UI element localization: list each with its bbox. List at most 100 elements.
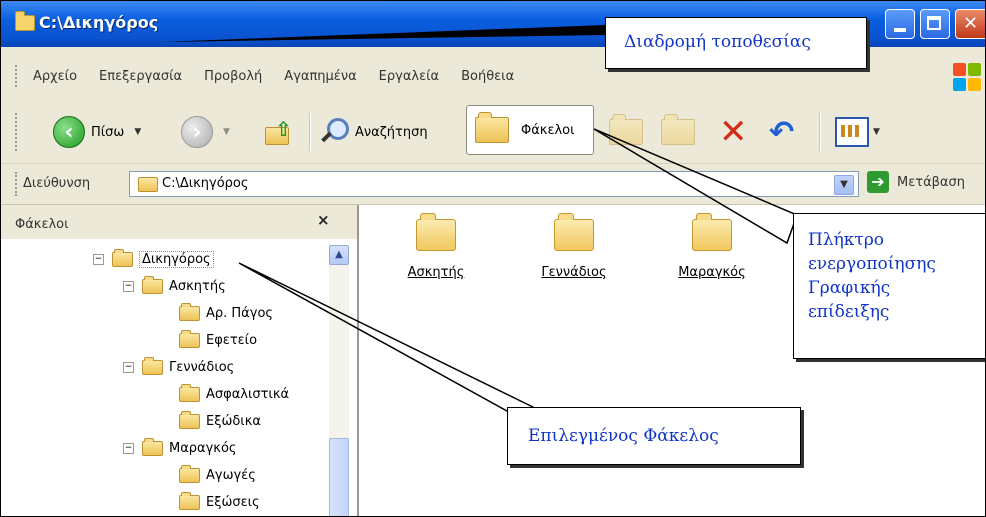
menu-edit[interactable]: Επεξεργασία <box>99 69 182 84</box>
folders-label: Φάκελοι <box>521 122 575 138</box>
menu-tools[interactable]: Εργαλεία <box>379 69 439 84</box>
menu-file[interactable]: Αρχείο <box>33 69 77 84</box>
folder-icon <box>142 437 163 456</box>
go-label: Μετάβαση <box>897 174 965 190</box>
move-to-button[interactable] <box>609 109 643 155</box>
chevron-down-icon[interactable]: ▼ <box>134 127 141 137</box>
collapse-icon[interactable]: − <box>123 361 134 373</box>
callout-folders-line: Γραφικής <box>808 278 891 298</box>
tree-node-label: Εξώδικα <box>206 413 261 429</box>
close-icon[interactable]: × <box>317 211 330 229</box>
tree-node-label: Εφετείο <box>206 332 258 348</box>
collapse-icon[interactable]: − <box>123 442 134 454</box>
minimize-button[interactable] <box>885 9 915 39</box>
move-to-icon <box>609 114 643 145</box>
search-icon <box>321 118 349 146</box>
folder-tree: − Δικηγόρος − Ασκητής Αρ. Πάγος Εφετείο … <box>1 239 327 516</box>
folders-button[interactable]: Φάκελοι <box>466 105 594 155</box>
menu-help[interactable]: Βοήθεια <box>461 69 514 84</box>
folder-icon <box>692 213 732 251</box>
folders-pane-title: Φάκελοι <box>15 217 69 232</box>
back-button[interactable]: ‹ Πίσω ▼ <box>53 109 141 155</box>
chevron-down-icon[interactable]: ▼ <box>873 127 880 137</box>
forward-arrow-icon: › <box>181 116 213 148</box>
tree-node-label: Δικηγόρος <box>139 250 214 268</box>
chevron-down-icon[interactable]: ▼ <box>223 127 230 137</box>
tree-node-label: Μαραγκός <box>169 440 237 456</box>
address-label: Διεύθυνση <box>23 176 91 191</box>
folder-icon <box>179 302 200 321</box>
collapse-icon[interactable]: − <box>123 280 134 292</box>
delete-icon: ✕ <box>719 112 748 152</box>
tree-node-efeteio[interactable]: Εφετείο <box>179 328 257 352</box>
tree-node-ar-pagos[interactable]: Αρ. Πάγος <box>179 301 273 325</box>
tree-node-label: Αγωγές <box>206 467 256 483</box>
folder-icon <box>416 213 456 251</box>
close-button[interactable] <box>955 9 985 39</box>
tree-node-label: Ασφαλιστικά <box>206 386 290 402</box>
toolbar-separator <box>819 113 821 151</box>
folder-item-label: Ασκητής <box>407 265 465 280</box>
views-icon <box>835 117 869 147</box>
menu-view[interactable]: Προβολή <box>204 69 262 84</box>
toolbar-grip[interactable] <box>15 172 20 196</box>
search-button[interactable]: Αναζήτηση <box>321 109 428 155</box>
up-folder-icon: ⇧ <box>263 117 293 147</box>
tree-node-label: Εξώσεις <box>206 494 260 510</box>
tree-node-exodika[interactable]: Εξώδικα <box>179 409 261 433</box>
chevron-down-icon[interactable]: ▼ <box>834 175 854 195</box>
views-button[interactable]: ▼ <box>835 109 880 155</box>
callout-folders-line: ενεργοποίησης <box>808 254 936 274</box>
folder-item-label: Μαραγκός <box>678 265 746 280</box>
tree-scrollbar[interactable]: ▲ <box>329 245 349 516</box>
folder-icon <box>179 383 200 402</box>
tree-node-exoseis[interactable]: Εξώσεις <box>179 490 260 514</box>
tree-node-label: Γεννάδιος <box>169 359 235 375</box>
folder-icon <box>554 213 594 251</box>
address-bar: Διεύθυνση C:\Δικηγόρος ▼ ➔ Μετάβαση <box>1 164 985 205</box>
delete-button[interactable]: ✕ <box>719 109 748 155</box>
folders-pane-header: Φάκελοι × <box>1 205 357 239</box>
tree-node-askitis[interactable]: − Ασκητής <box>123 274 226 298</box>
folder-icon <box>142 356 163 375</box>
window-title: C:\Δικηγόρος <box>39 13 159 32</box>
undo-button[interactable]: ↶ <box>769 109 794 155</box>
folder-item[interactable]: Ασκητής <box>381 205 491 280</box>
callout-location-path: Διαδρομή τοποθεσίας <box>605 17 867 69</box>
folder-item[interactable]: Μαραγκός <box>657 205 767 280</box>
callout-folders-line: επίδειξης <box>808 302 890 322</box>
tree-node-label: Αρ. Πάγος <box>206 305 274 321</box>
go-arrow-icon: ➔ <box>867 171 889 193</box>
go-button[interactable]: ➔ Μετάβαση <box>867 171 965 193</box>
folders-pane: Φάκελοι × − Δικηγόρος − Ασκητής Αρ. Πάγο… <box>1 205 359 516</box>
tree-node-asfalistika[interactable]: Ασφαλιστικά <box>179 382 289 406</box>
toolbar-grip[interactable] <box>15 65 20 87</box>
forward-button[interactable]: › ▼ <box>181 109 230 155</box>
back-label: Πίσω <box>91 124 125 140</box>
collapse-icon[interactable]: − <box>93 253 104 265</box>
address-input[interactable]: C:\Δικηγόρος ▼ <box>129 171 859 197</box>
callout-folders-button: Πλήκτρο ενεργοποίησης Γραφικής επίδειξης <box>793 213 985 359</box>
scroll-up-icon[interactable]: ▲ <box>329 245 349 265</box>
callout-selected-folder: Επιλεγμένος Φάκελος <box>507 407 801 465</box>
explorer-window: C:\Δικηγόρος Αρχείο Επεξεργασία Προβολή … <box>0 0 986 517</box>
up-folder-button[interactable]: ⇧ <box>263 109 293 155</box>
folder-icon <box>142 275 163 294</box>
toolbar-grip[interactable] <box>15 113 20 151</box>
back-arrow-icon: ‹ <box>53 116 85 148</box>
folder-icon <box>112 248 133 267</box>
copy-to-button[interactable] <box>661 109 695 155</box>
menu-favorites[interactable]: Αγαπημένα <box>284 69 356 84</box>
folder-icon <box>179 329 200 348</box>
search-label: Αναζήτηση <box>355 124 428 140</box>
tree-node-gennadios[interactable]: − Γεννάδιος <box>123 355 234 379</box>
tree-node-agoges[interactable]: Αγωγές <box>179 463 256 487</box>
folder-item[interactable]: Γεννάδιος <box>519 205 629 280</box>
menu-items: Αρχείο Επεξεργασία Προβολή Αγαπημένα Εργ… <box>33 69 514 84</box>
scroll-thumb[interactable] <box>329 438 349 516</box>
maximize-button[interactable] <box>920 9 950 39</box>
folder-icon <box>179 410 200 429</box>
tree-node-dikigoros[interactable]: − Δικηγόρος <box>93 247 214 271</box>
tree-node-maragkos[interactable]: − Μαραγκός <box>123 436 237 460</box>
folder-icon <box>138 177 158 192</box>
